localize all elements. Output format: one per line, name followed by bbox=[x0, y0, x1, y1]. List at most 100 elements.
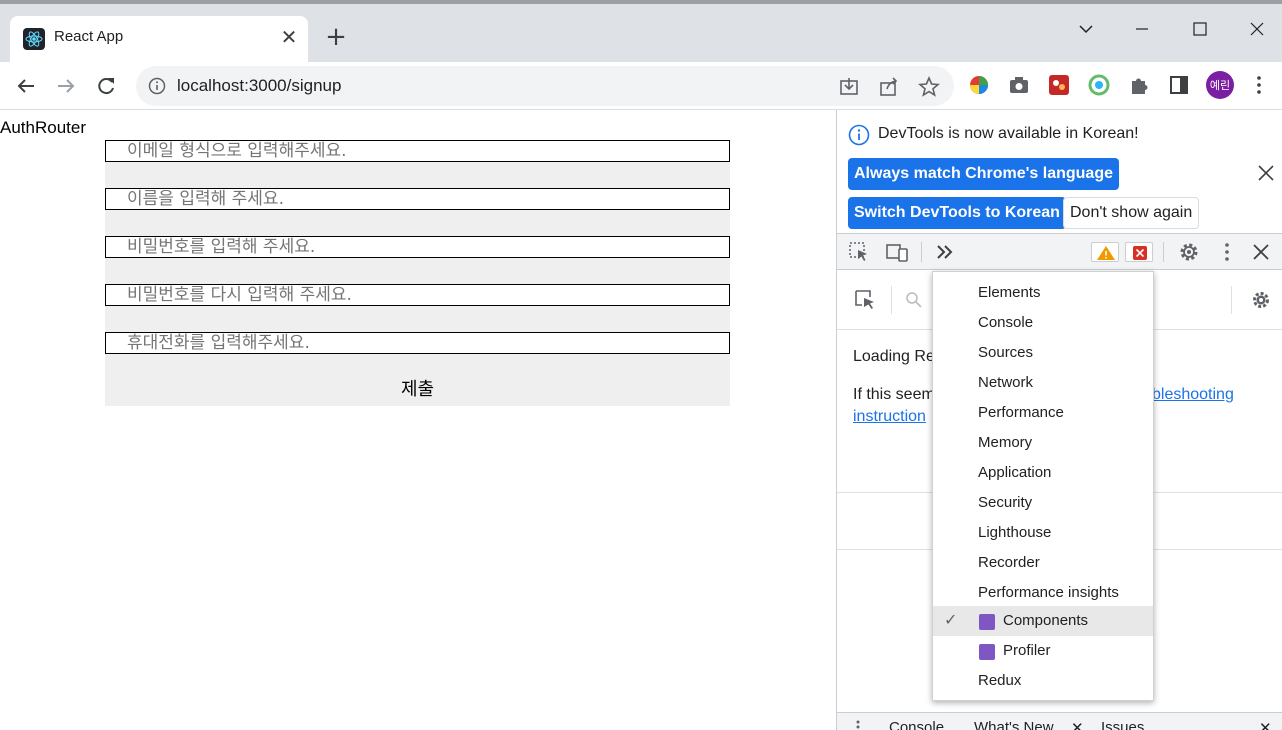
panel-separator bbox=[891, 286, 892, 314]
drawer-tab-close-icon[interactable]: ✕ bbox=[1071, 719, 1084, 730]
menu-item-label: Performance insights bbox=[978, 584, 1119, 601]
close-window-icon[interactable] bbox=[1237, 16, 1277, 46]
menu-item-label: Sources bbox=[978, 344, 1034, 361]
loading-text: Loading Re bbox=[853, 348, 935, 365]
menu-item-elements[interactable]: Elements bbox=[933, 278, 1153, 308]
password-field[interactable]: 비밀번호를 입력해 주세요. bbox=[105, 236, 730, 258]
switch-to-korean-button[interactable]: Switch DevTools to Korean bbox=[848, 197, 1066, 229]
menu-item-profiler[interactable]: Profiler bbox=[933, 636, 1153, 666]
drawer-tab-console[interactable]: Console bbox=[889, 719, 944, 730]
drawer-tab-whats-new[interactable]: What's New bbox=[974, 719, 1054, 730]
color-picker-extension-icon[interactable] bbox=[966, 72, 992, 98]
menu-item-label: Network bbox=[978, 374, 1034, 391]
menu-item-components[interactable]: ✓ Components bbox=[933, 606, 1153, 636]
menu-item-console[interactable]: Console bbox=[933, 308, 1153, 338]
drawer-tab-issues[interactable]: Issues bbox=[1101, 719, 1144, 730]
troubleshooting-link[interactable]: bleshooting bbox=[1152, 386, 1234, 404]
install-icon[interactable] bbox=[838, 76, 860, 98]
search-icon[interactable] bbox=[905, 291, 923, 309]
menu-item-application[interactable]: Application bbox=[933, 458, 1153, 488]
inspect-element-icon[interactable] bbox=[847, 240, 871, 264]
menu-item-performance-insights[interactable]: Performance insights bbox=[933, 578, 1153, 608]
error-icon bbox=[1133, 246, 1147, 260]
settings-gear-icon[interactable] bbox=[1177, 240, 1201, 264]
menu-item-performance[interactable]: Performance bbox=[933, 398, 1153, 428]
menu-item-label: Performance bbox=[978, 404, 1064, 421]
always-match-language-button[interactable]: Always match Chrome's language bbox=[848, 158, 1119, 190]
tab-search-icon[interactable] bbox=[1066, 16, 1106, 46]
instructions-link[interactable]: instruction bbox=[853, 408, 926, 426]
email-field[interactable]: 이메일 형식으로 입력해주세요. bbox=[105, 140, 730, 162]
select-component-icon[interactable] bbox=[853, 288, 877, 312]
browser-toolbar: localhost:3000/signup 예린 bbox=[0, 62, 1282, 110]
bookmark-star-icon[interactable] bbox=[918, 76, 940, 98]
component-settings-icon[interactable] bbox=[1251, 290, 1271, 310]
minimize-icon[interactable] bbox=[1122, 16, 1162, 46]
browser-tab[interactable]: React App ✕ bbox=[10, 16, 308, 62]
profile-avatar[interactable]: 예린 bbox=[1206, 71, 1234, 99]
menu-item-label: Memory bbox=[978, 434, 1033, 451]
devtools-toolbar bbox=[837, 234, 1282, 270]
tab-close-icon[interactable]: ✕ bbox=[278, 25, 300, 51]
signup-form: 이메일 형식으로 입력해주세요. 이름을 입력해 주세요. 비밀번호를 입력해 … bbox=[105, 140, 730, 406]
tab-title: React App bbox=[54, 28, 124, 45]
app-extension-icon[interactable] bbox=[1046, 72, 1072, 98]
toolbar-separator bbox=[1163, 242, 1164, 262]
warning-icon bbox=[1097, 246, 1115, 260]
menu-item-label: Elements bbox=[978, 284, 1041, 301]
menu-item-security[interactable]: Security bbox=[933, 488, 1153, 518]
side-panel-icon[interactable] bbox=[1166, 72, 1192, 98]
menu-item-lighthouse[interactable]: Lighthouse bbox=[933, 518, 1153, 548]
devtools-drawer: Console What's New ✕ Issues ✕ bbox=[837, 712, 1282, 730]
menu-item-network[interactable]: Network bbox=[933, 368, 1153, 398]
device-toolbar-icon[interactable] bbox=[885, 240, 909, 264]
url-text[interactable]: localhost:3000/signup bbox=[177, 76, 341, 96]
address-bar[interactable]: localhost:3000/signup bbox=[136, 66, 954, 106]
language-infobar: DevTools is now available in Korean! Alw… bbox=[837, 110, 1282, 234]
troubleshoot-text: If this seem bbox=[853, 386, 935, 403]
extensions-puzzle-icon[interactable] bbox=[1126, 72, 1152, 98]
warning-badge[interactable] bbox=[1091, 242, 1119, 262]
drawer-menu-icon[interactable] bbox=[853, 719, 863, 730]
infobar-message: DevTools is now available in Korean! bbox=[878, 125, 1139, 142]
submit-button[interactable]: 제출 bbox=[105, 374, 730, 406]
menu-item-label: Redux bbox=[978, 672, 1022, 689]
close-devtools-icon[interactable] bbox=[1249, 240, 1273, 264]
menu-item-label: Profiler bbox=[1003, 642, 1051, 659]
panel-separator bbox=[1231, 286, 1232, 314]
menu-item-label: Console bbox=[978, 314, 1034, 331]
react-icon bbox=[979, 614, 995, 630]
error-badge[interactable] bbox=[1125, 242, 1153, 262]
react-icon bbox=[23, 28, 45, 50]
green-extension-icon[interactable] bbox=[1086, 72, 1112, 98]
password-confirm-field[interactable]: 비밀번호를 다시 입력해 주세요. bbox=[105, 284, 730, 306]
menu-item-label: Application bbox=[978, 464, 1052, 481]
menu-item-sources[interactable]: Sources bbox=[933, 338, 1153, 368]
share-icon[interactable] bbox=[878, 76, 900, 98]
forward-icon[interactable] bbox=[52, 72, 80, 100]
menu-item-label: Components bbox=[1003, 612, 1089, 629]
browser-menu-icon[interactable] bbox=[1246, 72, 1272, 98]
close-drawer-icon[interactable]: ✕ bbox=[1259, 719, 1272, 730]
phone-field[interactable]: 휴대전화를 입력해주세요. bbox=[105, 332, 730, 354]
more-tabs-menu: Elements Console Sources Network Perform… bbox=[932, 271, 1154, 701]
new-tab-button[interactable]: + bbox=[324, 24, 348, 50]
menu-item-memory[interactable]: Memory bbox=[933, 428, 1153, 458]
dont-show-again-button[interactable]: Don't show again bbox=[1063, 197, 1200, 229]
menu-item-recorder[interactable]: Recorder bbox=[933, 548, 1153, 578]
menu-item-redux[interactable]: Redux bbox=[933, 666, 1153, 696]
camera-extension-icon[interactable] bbox=[1006, 72, 1032, 98]
info-icon bbox=[848, 124, 870, 146]
menu-item-label: Recorder bbox=[978, 554, 1040, 571]
back-icon[interactable] bbox=[12, 72, 40, 100]
more-tabs-chevron-icon[interactable] bbox=[933, 240, 957, 264]
maximize-icon[interactable] bbox=[1180, 16, 1220, 46]
reload-icon[interactable] bbox=[92, 72, 120, 100]
menu-item-label: Lighthouse bbox=[978, 524, 1052, 541]
devtools-menu-icon[interactable] bbox=[1215, 240, 1239, 264]
name-field[interactable]: 이름을 입력해 주세요. bbox=[105, 188, 730, 210]
react-icon bbox=[979, 644, 995, 660]
close-icon[interactable] bbox=[1255, 162, 1277, 184]
site-info-icon[interactable] bbox=[148, 77, 166, 95]
page-viewport: AuthRouter 이메일 형식으로 입력해주세요. 이름을 입력해 주세요.… bbox=[0, 110, 836, 730]
